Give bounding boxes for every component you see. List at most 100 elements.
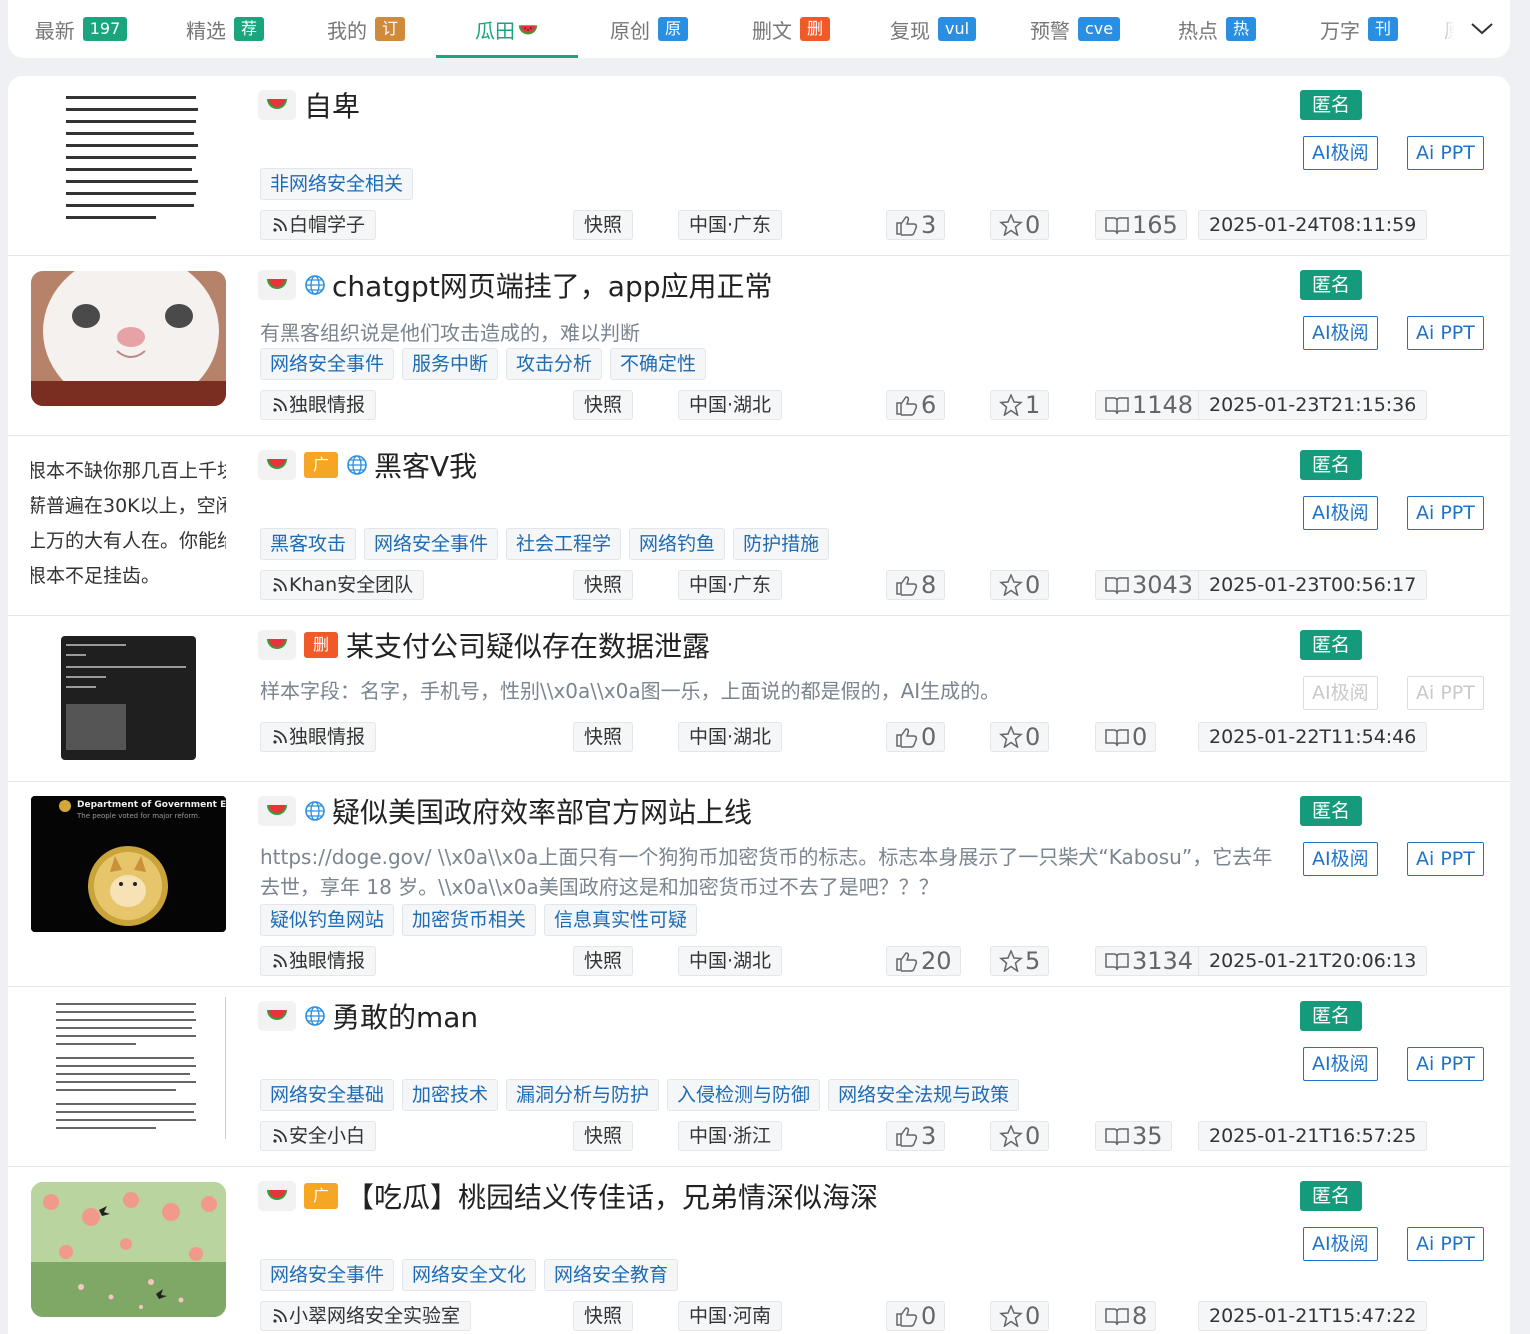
- tab-hot[interactable]: 热点 热: [1146, 0, 1288, 58]
- tab-original[interactable]: 原创 原: [578, 0, 720, 58]
- post-tag[interactable]: 网络安全基础: [260, 1079, 395, 1111]
- post-title[interactable]: 某支付公司疑似存在数据泄露: [346, 625, 710, 665]
- post-row[interactable]: 自卑 非网络安全相关 白帽学子 快照 中国·广东 3 0 165 2025-01…: [8, 76, 1510, 256]
- post-row[interactable]: 广 【吃瓜】桃园结义传佳话，兄弟情深似海深 网络安全事件 网络安全文化 网络安全…: [8, 1167, 1510, 1334]
- post-thumbnail[interactable]: Department of Government Efficiency The …: [31, 796, 226, 932]
- snapshot-button[interactable]: 快照: [573, 210, 634, 240]
- post-thumbnail[interactable]: 根本不缺你那几百上千块 薪普遍在30K以上，空闲 上万的大有人在。你能给 根本不…: [31, 454, 226, 584]
- post-tag[interactable]: 网络安全文化: [402, 1259, 537, 1291]
- thumb-text-line: 上万的大有人在。你能给: [31, 530, 226, 552]
- ai-ppt-button[interactable]: Ai PPT: [1407, 1047, 1484, 1081]
- post-tag[interactable]: 社会工程学: [506, 528, 622, 560]
- post-author[interactable]: 独眼情报: [260, 722, 377, 752]
- ai-read-button[interactable]: AI极阅: [1303, 316, 1378, 350]
- post-tag[interactable]: 加密货币相关: [402, 904, 537, 936]
- like-count[interactable]: 6: [886, 390, 946, 420]
- post-thumbnail[interactable]: [31, 997, 226, 1139]
- post-tag[interactable]: 不确定性: [610, 348, 707, 380]
- star-count[interactable]: 0: [990, 210, 1050, 240]
- tab-reproduce[interactable]: 复现 vul: [862, 0, 1004, 58]
- tab-long-read[interactable]: 万字 刊: [1288, 0, 1430, 58]
- more-tabs-button[interactable]: [1454, 0, 1510, 58]
- snapshot-button[interactable]: 快照: [573, 390, 634, 420]
- post-title[interactable]: 自卑: [304, 85, 360, 125]
- tab-featured[interactable]: 精选 荐: [154, 0, 296, 58]
- post-title[interactable]: 勇敢的man: [332, 996, 478, 1036]
- post-tag[interactable]: 入侵检测与防御: [667, 1079, 821, 1111]
- post-title[interactable]: 【吃瓜】桃园结义传佳话，兄弟情深似海深: [346, 1176, 878, 1216]
- ai-read-button[interactable]: AI极阅: [1303, 496, 1378, 530]
- ai-ppt-button[interactable]: Ai PPT: [1407, 676, 1484, 710]
- star-count[interactable]: 1: [990, 390, 1050, 420]
- post-row[interactable]: chatgpt网页端挂了，app应用正常 有黑客组织说是他们攻击造成的，难以判断…: [8, 256, 1510, 436]
- star-count[interactable]: 0: [990, 1121, 1050, 1151]
- star-count[interactable]: 0: [990, 722, 1050, 752]
- tab-label: 预警: [1029, 18, 1070, 43]
- ai-ppt-button[interactable]: Ai PPT: [1407, 316, 1484, 350]
- post-tag[interactable]: 加密技术: [402, 1079, 499, 1111]
- post-row[interactable]: 根本不缺你那几百上千块 薪普遍在30K以上，空闲 上万的大有人在。你能给 根本不…: [8, 436, 1510, 616]
- post-tag[interactable]: 网络钓鱼: [629, 528, 726, 560]
- post-row[interactable]: 勇敢的man 网络安全基础 加密技术 漏洞分析与防护 入侵检测与防御 网络安全法…: [8, 987, 1510, 1167]
- post-author[interactable]: 安全小白: [260, 1121, 377, 1151]
- like-count[interactable]: 3: [886, 1121, 946, 1151]
- post-author[interactable]: 小翠网络安全实验室: [260, 1301, 472, 1331]
- tab-melon-field[interactable]: 瓜田: [436, 0, 578, 58]
- post-tag[interactable]: 信息真实性可疑: [544, 904, 698, 936]
- ai-ppt-button[interactable]: Ai PPT: [1407, 496, 1484, 530]
- post-title[interactable]: chatgpt网页端挂了，app应用正常: [332, 265, 773, 305]
- snapshot-button[interactable]: 快照: [573, 570, 634, 600]
- ai-ppt-button[interactable]: Ai PPT: [1407, 842, 1484, 876]
- post-tag[interactable]: 疑似钓鱼网站: [260, 904, 395, 936]
- ai-read-button[interactable]: AI极阅: [1303, 1047, 1378, 1081]
- ai-read-button[interactable]: AI极阅: [1303, 136, 1378, 170]
- ai-read-button[interactable]: AI极阅: [1303, 1227, 1378, 1261]
- like-count[interactable]: 8: [886, 570, 946, 600]
- post-tag[interactable]: 网络安全事件: [260, 1259, 395, 1291]
- post-author[interactable]: Khan安全团队: [260, 570, 425, 600]
- tab-mine[interactable]: 我的 订: [296, 0, 436, 58]
- like-count[interactable]: 20: [886, 946, 961, 976]
- star-count[interactable]: 0: [990, 570, 1050, 600]
- post-tag[interactable]: 网络安全教育: [544, 1259, 679, 1291]
- star-count[interactable]: 5: [990, 946, 1050, 976]
- post-tag[interactable]: 服务中断: [402, 348, 499, 380]
- read-value: 0: [1132, 723, 1148, 751]
- tab-deleted[interactable]: 删文 删: [720, 0, 862, 58]
- like-count[interactable]: 0: [886, 722, 946, 752]
- snapshot-button[interactable]: 快照: [573, 946, 634, 976]
- cat-photo-icon: [31, 271, 226, 406]
- post-title[interactable]: 黑客V我: [374, 445, 477, 485]
- post-title-line: 疑似美国政府效率部官方网站上线: [258, 792, 752, 830]
- ai-ppt-button[interactable]: Ai PPT: [1407, 136, 1484, 170]
- post-thumbnail[interactable]: [31, 636, 226, 760]
- post-author[interactable]: 白帽学子: [260, 210, 377, 240]
- post-tag[interactable]: 漏洞分析与防护: [506, 1079, 660, 1111]
- snapshot-button[interactable]: 快照: [573, 1301, 634, 1331]
- tab-warning[interactable]: 预警 cve: [1004, 0, 1146, 58]
- post-author[interactable]: 独眼情报: [260, 946, 377, 976]
- post-tag[interactable]: 黑客攻击: [260, 528, 357, 560]
- post-row[interactable]: Department of Government Efficiency The …: [8, 782, 1510, 987]
- post-thumbnail[interactable]: [31, 1182, 226, 1317]
- post-tag[interactable]: 网络安全事件: [260, 348, 395, 380]
- post-tag[interactable]: 攻击分析: [506, 348, 603, 380]
- star-count[interactable]: 0: [990, 1301, 1050, 1331]
- post-tag[interactable]: 防护措施: [733, 528, 830, 560]
- post-tag[interactable]: 非网络安全相关: [260, 168, 414, 200]
- like-count[interactable]: 3: [886, 210, 946, 240]
- post-author[interactable]: 独眼情报: [260, 390, 377, 420]
- snapshot-button[interactable]: 快照: [573, 1121, 634, 1151]
- post-thumbnail[interactable]: [31, 76, 226, 228]
- ai-read-button[interactable]: AI极阅: [1303, 676, 1378, 710]
- tab-latest[interactable]: 最新 197: [8, 0, 154, 58]
- post-row[interactable]: 删 某支付公司疑似存在数据泄露 样本字段：名字，手机号，性别\\x0a\\x0a…: [8, 616, 1510, 782]
- post-tag[interactable]: 网络安全法规与政策: [828, 1079, 1020, 1111]
- like-count[interactable]: 0: [886, 1301, 946, 1331]
- post-thumbnail[interactable]: [31, 271, 226, 406]
- post-title[interactable]: 疑似美国政府效率部官方网站上线: [332, 791, 752, 831]
- ai-read-button[interactable]: AI极阅: [1303, 842, 1378, 876]
- post-tag[interactable]: 网络安全事件: [364, 528, 499, 560]
- snapshot-button[interactable]: 快照: [573, 722, 634, 752]
- ai-ppt-button[interactable]: Ai PPT: [1407, 1227, 1484, 1261]
